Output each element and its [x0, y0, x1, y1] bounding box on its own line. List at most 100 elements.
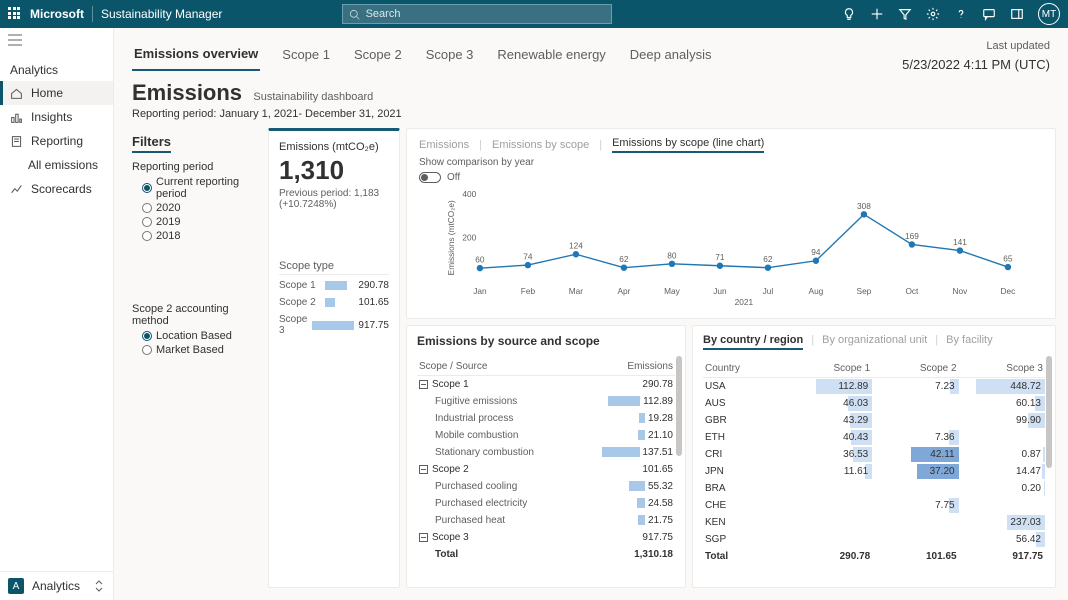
region-tab-org[interactable]: By organizational unit — [822, 334, 927, 350]
table-row[interactable]: BRA0.20 — [703, 480, 1045, 497]
tab-scope-3[interactable]: Scope 3 — [424, 43, 476, 70]
svg-text:Apr: Apr — [617, 286, 630, 296]
page-tabs: Emissions overview Scope 1 Scope 2 Scope… — [114, 28, 1068, 74]
scrollbar[interactable] — [676, 356, 682, 579]
svg-text:141: 141 — [953, 237, 967, 247]
kpi-previous: Previous period: 1,183 (+10.7248%) — [279, 188, 389, 210]
kpi-value: 1,310 — [279, 155, 389, 186]
table-row[interactable]: Purchased electricity 24.58 — [417, 495, 675, 512]
table-row[interactable]: KEN237.03 — [703, 514, 1045, 531]
table-row[interactable]: USA112.897.23448.72 — [703, 378, 1045, 396]
source-table-title: Emissions by source and scope — [417, 334, 675, 348]
svg-text:200: 200 — [462, 233, 476, 243]
table-row[interactable]: CHE7.75 — [703, 497, 1045, 514]
chart-tab-emissions[interactable]: Emissions — [419, 139, 469, 151]
topbar-actions: MT — [842, 3, 1060, 25]
table-row[interactable]: Fugitive emissions 112.89 — [417, 393, 675, 410]
plus-icon[interactable] — [870, 7, 884, 21]
reporting-icon — [10, 135, 23, 148]
svg-text:124: 124 — [569, 241, 583, 251]
filter-opt-2020[interactable]: 2020 — [132, 201, 260, 215]
region-table-card: By country / region| By organizational u… — [692, 325, 1056, 588]
filter-icon[interactable] — [898, 7, 912, 21]
filter-opt-current[interactable]: Current reporting period — [132, 175, 260, 201]
filter-opt-location[interactable]: Location Based — [132, 329, 260, 343]
svg-text:62: 62 — [763, 254, 773, 264]
footer-label: Analytics — [32, 579, 80, 593]
filter-period-label: Reporting period — [132, 161, 260, 173]
filter-opt-2018[interactable]: 2018 — [132, 229, 260, 243]
help-icon[interactable] — [954, 7, 968, 21]
filter-opt-2019[interactable]: 2019 — [132, 215, 260, 229]
svg-text:169: 169 — [905, 231, 919, 241]
filters-panel: Filters Reporting period Current reporti… — [132, 128, 260, 588]
table-row[interactable]: Scope 3917.75 — [417, 529, 675, 546]
app-launcher-icon[interactable] — [8, 7, 22, 21]
scrollbar[interactable] — [1046, 356, 1052, 579]
sidebar-item-insights[interactable]: Insights — [0, 105, 113, 129]
table-row[interactable]: Purchased cooling 55.32 — [417, 478, 675, 495]
sidebar-item-scorecards[interactable]: Scorecards — [0, 177, 113, 201]
region-tab-country[interactable]: By country / region — [703, 334, 803, 350]
sidebar-item-all-emissions[interactable]: All emissions — [0, 153, 113, 177]
collapse-icon[interactable] — [419, 380, 428, 389]
panel-icon[interactable] — [1010, 7, 1024, 21]
scope-row: Scope 3917.75 — [279, 311, 389, 339]
tab-deep-analysis[interactable]: Deep analysis — [628, 43, 714, 70]
table-row-total: Total1,310.18 — [417, 546, 675, 563]
search-input[interactable]: Search — [342, 4, 612, 24]
scorecards-icon — [10, 183, 23, 196]
hamburger-icon[interactable] — [0, 28, 113, 55]
collapse-icon[interactable] — [419, 533, 428, 542]
footer-badge: A — [8, 578, 24, 594]
lightbulb-icon[interactable] — [842, 7, 856, 21]
svg-text:74: 74 — [523, 252, 533, 262]
sidebar-item-home[interactable]: Home — [0, 81, 113, 105]
svg-text:71: 71 — [715, 252, 725, 262]
region-tabs: By country / region| By organizational u… — [703, 334, 1045, 350]
table-row[interactable]: CRI36.5342.110.87 — [703, 446, 1045, 463]
sidebar-item-reporting[interactable]: Reporting — [0, 129, 113, 153]
table-row[interactable]: JPN11.6137.2014.47 — [703, 463, 1045, 480]
table-row[interactable]: Scope 1290.78 — [417, 376, 675, 394]
chat-icon[interactable] — [982, 7, 996, 21]
source-table: Scope / SourceEmissions Scope 1290.78Fug… — [417, 358, 675, 563]
table-row-total: Total290.78101.65917.75 — [703, 548, 1045, 565]
table-row[interactable]: Mobile combustion 21.10 — [417, 427, 675, 444]
topbar: Microsoft Sustainability Manager Search … — [0, 0, 1068, 28]
avatar[interactable]: MT — [1038, 3, 1060, 25]
svg-text:Sep: Sep — [857, 286, 872, 296]
tab-renewable[interactable]: Renewable energy — [495, 43, 607, 70]
kpi-card: Emissions (mtCO₂e) 1,310 Previous period… — [268, 128, 400, 588]
gear-icon[interactable] — [926, 7, 940, 21]
svg-text:400: 400 — [462, 189, 476, 199]
divider — [92, 6, 93, 22]
chart-tab-line[interactable]: Emissions by scope (line chart) — [612, 137, 764, 153]
sidebar-footer[interactable]: A Analytics — [0, 571, 113, 600]
table-row[interactable]: GBR43.2999.90 — [703, 412, 1045, 429]
svg-text:62: 62 — [619, 254, 629, 264]
svg-text:94: 94 — [811, 247, 821, 257]
reporting-period: Reporting period: January 1, 2021- Decem… — [132, 108, 1050, 120]
table-row[interactable]: SGP56.42 — [703, 531, 1045, 548]
tab-scope-2[interactable]: Scope 2 — [352, 43, 404, 70]
table-row[interactable]: AUS46.0360.13 — [703, 395, 1045, 412]
table-row[interactable]: Purchased heat 21.75 — [417, 512, 675, 529]
brand: Microsoft — [30, 7, 84, 21]
source-table-card: Emissions by source and scope Scope / So… — [406, 325, 686, 588]
svg-text:Mar: Mar — [569, 286, 584, 296]
svg-text:308: 308 — [857, 201, 871, 211]
collapse-icon[interactable] — [419, 465, 428, 474]
comparison-toggle[interactable] — [419, 172, 441, 183]
tab-emissions-overview[interactable]: Emissions overview — [132, 42, 260, 71]
table-row[interactable]: Stationary combustion 137.51 — [417, 444, 675, 461]
chart-tab-by-scope[interactable]: Emissions by scope — [492, 139, 589, 151]
tab-scope-1[interactable]: Scope 1 — [280, 43, 332, 70]
chart-card: Emissions| Emissions by scope| Emissions… — [406, 128, 1056, 319]
table-row[interactable]: Scope 2101.65 — [417, 461, 675, 478]
filter-scope2-label: Scope 2 accounting method — [132, 303, 260, 327]
filter-opt-market[interactable]: Market Based — [132, 343, 260, 357]
region-tab-facility[interactable]: By facility — [946, 334, 992, 350]
table-row[interactable]: Industrial process 19.28 — [417, 410, 675, 427]
table-row[interactable]: ETH40.437.36 — [703, 429, 1045, 446]
